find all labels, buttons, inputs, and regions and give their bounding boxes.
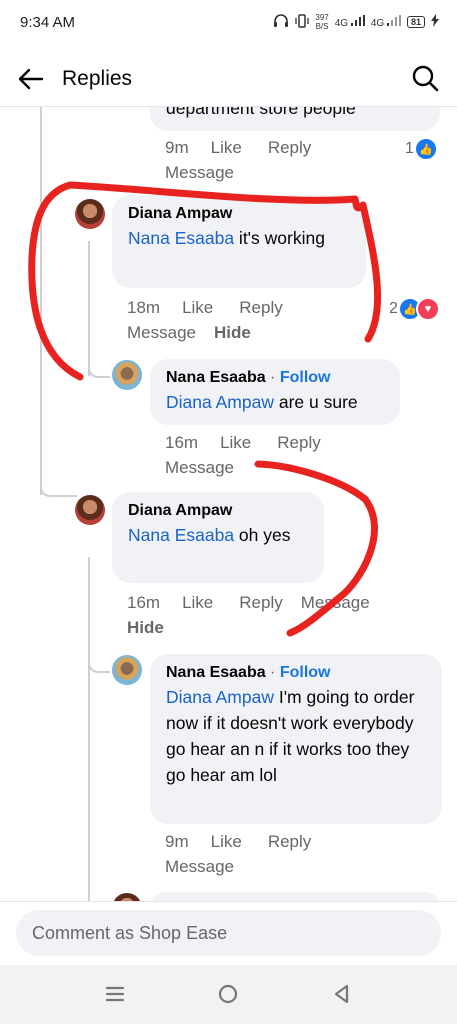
- comment-bubble[interactable]: Diana Ampaw Nana Esaaba oh yes: [112, 492, 324, 583]
- thread-line: [88, 637, 90, 901]
- headphones-icon: [273, 13, 289, 31]
- reply-button[interactable]: Reply: [239, 295, 282, 320]
- comment-author[interactable]: Nana Esaaba: [166, 369, 266, 386]
- comment-time: 16m: [127, 593, 161, 612]
- network-speed: 397 B/S: [315, 13, 328, 31]
- love-reaction-icon: ♥: [415, 297, 440, 321]
- mention-link[interactable]: Diana Ampaw: [166, 392, 274, 412]
- page-title: Replies: [62, 67, 133, 90]
- status-icons: 397 B/S 4G 4G 81: [273, 13, 439, 31]
- comment-text: Nana Esaaba oh yes: [128, 522, 308, 548]
- menu-icon[interactable]: [100, 979, 130, 1009]
- back-arrow-icon[interactable]: [16, 64, 46, 94]
- thread-connector: [88, 557, 110, 673]
- separator-dot: ·: [265, 664, 280, 681]
- reply-button[interactable]: Reply: [239, 590, 282, 615]
- comment-actions: 18m Like Reply Message Hide: [127, 295, 387, 345]
- vibrate-icon: [295, 13, 310, 31]
- reaction-summary[interactable]: 1 👍: [405, 137, 438, 161]
- comment-text: department store people: [166, 107, 356, 118]
- reply-button[interactable]: Reply: [277, 430, 320, 455]
- thread-connector: [40, 107, 77, 497]
- follow-button[interactable]: Follow: [280, 664, 331, 681]
- separator-dot: ·: [265, 369, 280, 386]
- network-speed-value: 397: [315, 13, 329, 22]
- back-triangle-icon[interactable]: [327, 979, 357, 1009]
- comment-text: Diana Ampaw are u sure: [166, 389, 384, 415]
- comment-input[interactable]: Comment as Shop Ease: [16, 910, 441, 956]
- comment-bubble[interactable]: [150, 892, 440, 901]
- follow-button[interactable]: Follow: [280, 369, 331, 386]
- like-button[interactable]: Like: [211, 135, 242, 160]
- like-button[interactable]: Like: [220, 430, 251, 455]
- comment-actions: 16m Like Reply Message: [165, 430, 405, 480]
- comment-composer: Comment as Shop Ease: [0, 901, 457, 966]
- like-button[interactable]: Like: [182, 590, 213, 615]
- mention-link[interactable]: Nana Esaaba: [128, 228, 234, 248]
- message-button[interactable]: Message: [301, 590, 370, 615]
- signal-2: 4G: [371, 15, 401, 29]
- comment-bubble[interactable]: Diana Ampaw Nana Esaaba it's working: [112, 195, 366, 288]
- comment-time: 18m: [127, 298, 161, 317]
- thread-connector: [88, 241, 110, 378]
- like-button[interactable]: Like: [182, 295, 213, 320]
- search-icon[interactable]: [411, 64, 439, 92]
- comment-actions: 9m Like Reply Message: [165, 829, 405, 879]
- comment-body: are u sure: [273, 392, 358, 412]
- comment-header: Nana Esaaba · Follow: [166, 369, 384, 387]
- comment-bubble[interactable]: department store people: [150, 107, 440, 131]
- avatar[interactable]: [112, 655, 142, 685]
- battery-indicator: 81: [406, 16, 425, 28]
- status-bar: 9:34 AM 397 B/S 4G 4G 81: [0, 0, 457, 50]
- network-type-1: 4G: [334, 18, 349, 29]
- comment-bubble[interactable]: Nana Esaaba · Follow Diana Ampaw I'm goi…: [150, 654, 442, 824]
- like-button[interactable]: Like: [211, 829, 242, 854]
- message-button[interactable]: Message: [165, 160, 234, 185]
- network-type-2: 4G: [370, 18, 385, 29]
- hide-button[interactable]: Hide: [214, 320, 251, 345]
- comment-time: 16m: [165, 433, 199, 452]
- comment-header: Nana Esaaba · Follow: [166, 664, 426, 682]
- signal-1: 4G: [335, 15, 365, 29]
- avatar[interactable]: [75, 495, 105, 525]
- mention-link[interactable]: Nana Esaaba: [128, 525, 234, 545]
- comment-author[interactable]: Diana Ampaw: [128, 502, 308, 520]
- message-button[interactable]: Message: [127, 320, 196, 345]
- comment-time: 9m: [165, 138, 189, 157]
- charging-icon: [431, 14, 439, 30]
- system-nav-bar: [0, 965, 457, 1024]
- like-reaction-icon: 👍: [413, 137, 438, 161]
- reply-button[interactable]: Reply: [268, 135, 311, 160]
- avatar[interactable]: [112, 360, 142, 390]
- message-button[interactable]: Message: [165, 455, 234, 480]
- home-icon[interactable]: [213, 979, 243, 1009]
- comment-text: Diana Ampaw I'm going to order now if it…: [166, 684, 426, 788]
- reaction-count: 2: [389, 300, 398, 317]
- app-bar: Replies: [0, 50, 457, 107]
- replies-list[interactable]: department store people 9m Like Reply Mess…: [0, 107, 457, 901]
- hide-button[interactable]: Hide: [127, 615, 164, 640]
- status-time: 9:34 AM: [20, 14, 76, 31]
- comment-time: 9m: [165, 832, 189, 851]
- avatar[interactable]: [112, 893, 142, 901]
- mention-link[interactable]: Diana Ampaw: [166, 687, 274, 707]
- comment-author[interactable]: Diana Ampaw: [128, 205, 350, 223]
- reply-button[interactable]: Reply: [268, 829, 311, 854]
- comment-text: Nana Esaaba it's working: [128, 225, 350, 251]
- reaction-summary[interactable]: 2 👍 ♥: [389, 297, 440, 321]
- comment-bubble[interactable]: Nana Esaaba · Follow Diana Ampaw are u s…: [150, 359, 400, 425]
- comment-author[interactable]: Nana Esaaba: [166, 664, 266, 681]
- network-speed-unit: B/S: [315, 22, 329, 31]
- comment-body: it's working: [234, 228, 325, 248]
- comment-body: oh yes: [234, 525, 291, 545]
- comment-actions: 16m Like Reply Message Hide: [127, 590, 427, 640]
- comment-actions: 9m Like Reply Message: [165, 135, 405, 185]
- message-button[interactable]: Message: [165, 854, 234, 879]
- reaction-count: 1: [405, 140, 414, 157]
- avatar[interactable]: [75, 199, 105, 229]
